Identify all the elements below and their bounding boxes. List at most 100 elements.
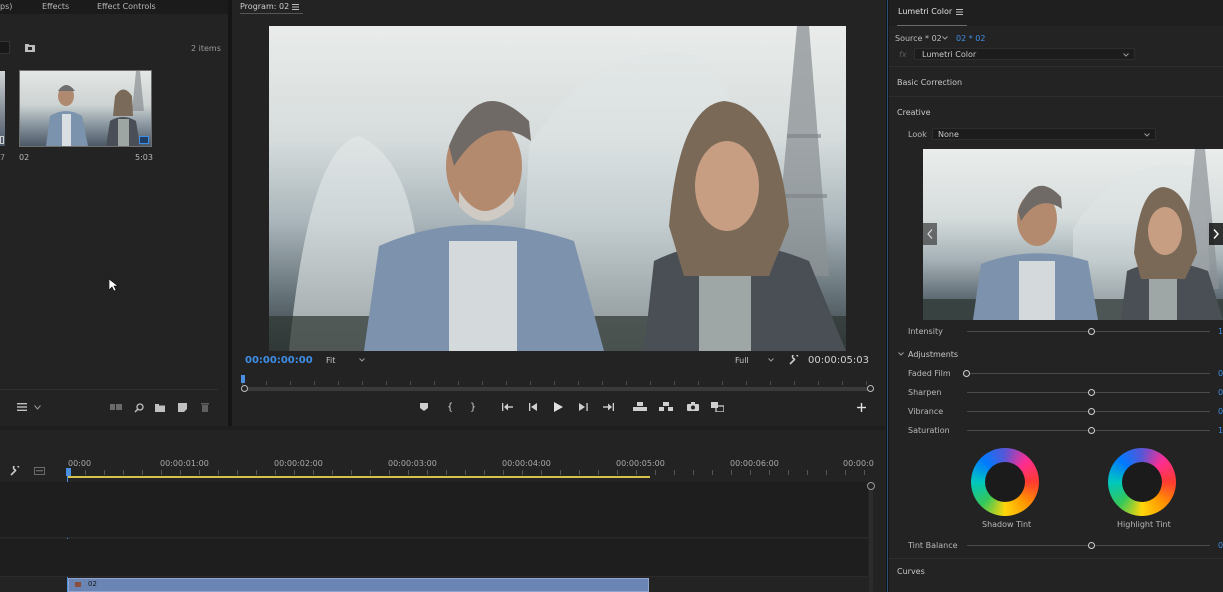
mouse-cursor-icon	[109, 279, 118, 292]
timeline-playhead[interactable]	[66, 468, 71, 476]
timeline-wrench-icon[interactable]	[9, 465, 20, 476]
step-forward-icon[interactable]	[578, 402, 589, 412]
step-back-icon[interactable]	[528, 402, 539, 412]
search-icon[interactable]	[133, 402, 144, 413]
new-item-icon[interactable]	[177, 402, 188, 412]
timeline-clip[interactable]: 02	[68, 578, 649, 592]
add-button-icon[interactable]	[856, 402, 867, 413]
tab-effects[interactable]: Effects	[42, 2, 69, 11]
source-label[interactable]: Source * 02	[895, 34, 942, 43]
sequence-label[interactable]: 02 * 02	[956, 34, 985, 43]
look-prev-button[interactable]	[923, 223, 937, 245]
timeline-scrollbar[interactable]	[869, 482, 873, 592]
go-to-in-icon[interactable]	[501, 402, 513, 412]
zoom-handle-right[interactable]	[867, 385, 874, 392]
ruler-label: 00:00:0	[843, 459, 874, 468]
saturation-value[interactable]: 1	[1218, 426, 1223, 435]
work-area-bar[interactable]	[68, 476, 650, 478]
go-to-out-icon[interactable]	[602, 402, 614, 412]
tab-underline	[240, 13, 303, 14]
effect-select[interactable]: Lumetri Color	[914, 48, 1135, 60]
zoom-handle-left[interactable]	[241, 385, 248, 392]
chevron-down-icon[interactable]	[33, 403, 42, 411]
quality-select[interactable]: Full	[730, 354, 776, 366]
shadow-tint-wheel[interactable]	[971, 448, 1039, 516]
monitor-playhead[interactable]	[241, 375, 245, 383]
trash-icon[interactable]	[199, 402, 210, 412]
project-panel: ps) Effects Effect Controls 2 items 7 02…	[0, 0, 228, 426]
look-next-button[interactable]	[1209, 223, 1223, 245]
faded-film-slider-knob[interactable]	[963, 370, 970, 377]
captions-icon[interactable]	[33, 466, 45, 475]
add-marker-icon[interactable]	[419, 402, 429, 412]
clip-thumbnail[interactable]	[19, 70, 152, 147]
adjustments-header[interactable]: Adjustments	[908, 350, 958, 359]
timeline-panel: 00:00 00:00:01:00 00:00:02:00 00:00:03:0…	[0, 430, 886, 592]
item-count: 2 items	[191, 44, 221, 53]
shadow-tint-wheel-center	[985, 462, 1025, 502]
clip-duration: 5:03	[135, 153, 153, 162]
timeline-scroll-handle[interactable]	[867, 482, 875, 490]
mark-out-icon[interactable]: }	[469, 401, 477, 413]
folder-icon[interactable]	[24, 43, 35, 52]
sharpen-slider-knob[interactable]	[1088, 389, 1095, 396]
play-icon[interactable]	[552, 401, 564, 413]
source-chevron-icon[interactable]	[942, 36, 948, 40]
clip-name: 02	[19, 153, 30, 162]
adjustments-chevron-icon[interactable]	[898, 352, 904, 356]
fx-label: fx	[899, 50, 907, 59]
monitor-zoom-bar[interactable]	[244, 387, 874, 391]
highlight-tint-wheel[interactable]	[1108, 448, 1176, 516]
look-select[interactable]: None	[932, 128, 1156, 140]
ruler-label: 00:00	[68, 459, 92, 468]
intensity-value[interactable]: 1	[1218, 327, 1223, 336]
video-track[interactable]	[0, 482, 868, 538]
tint-balance-value[interactable]: 0	[1218, 541, 1223, 550]
compare-view-icon[interactable]	[710, 401, 725, 412]
intensity-slider-knob[interactable]	[1088, 328, 1095, 335]
camera-icon[interactable]	[686, 401, 699, 412]
ruler-label: 00:00:01:00	[160, 459, 209, 468]
vibrance-label: Vibrance	[908, 407, 944, 416]
tint-balance-label: Tint Balance	[908, 541, 958, 550]
saturation-slider-knob[interactable]	[1088, 427, 1095, 434]
tab-partial[interactable]: ps)	[0, 2, 12, 11]
extract-icon[interactable]	[658, 401, 673, 412]
vibrance-slider-knob[interactable]	[1088, 408, 1095, 415]
highlight-tint-wheel-center	[1122, 462, 1162, 502]
project-bottom-divider	[0, 389, 218, 390]
section-divider	[889, 66, 1223, 67]
clip-badge-partial	[0, 136, 4, 144]
automate-to-sequence-icon[interactable]	[109, 402, 122, 412]
timeline-ruler[interactable]: 00:00 00:00:01:00 00:00:02:00 00:00:03:0…	[66, 457, 874, 477]
search-input[interactable]	[0, 41, 10, 54]
monitor-ruler[interactable]	[242, 375, 872, 385]
lumetri-title[interactable]: Lumetri Color	[898, 7, 952, 16]
video-track-2[interactable]	[0, 539, 868, 577]
panel-menu-icon[interactable]	[291, 3, 299, 10]
program-monitor-title[interactable]: Program: 02	[240, 2, 289, 11]
mark-in-icon[interactable]: {	[446, 401, 454, 413]
faded-film-value[interactable]: 0	[1218, 369, 1223, 378]
look-label: Look	[908, 130, 927, 139]
sharpen-value[interactable]: 0	[1218, 388, 1223, 397]
tab-effect-controls[interactable]: Effect Controls	[97, 2, 156, 11]
ruler-ticks	[66, 470, 866, 475]
clip-fx-icon	[75, 582, 81, 587]
creative-header[interactable]: Creative	[897, 108, 931, 117]
wrench-icon[interactable]	[788, 354, 799, 365]
lumetri-menu-icon[interactable]	[955, 8, 963, 15]
current-timecode[interactable]: 00:00:00:00	[245, 355, 313, 366]
faded-film-slider-track[interactable]	[967, 373, 1210, 374]
new-bin-icon[interactable]	[154, 403, 166, 412]
faded-film-label: Faded Film	[908, 369, 951, 378]
lift-icon[interactable]	[632, 401, 647, 412]
vibrance-value[interactable]: 0	[1218, 407, 1223, 416]
clip-thumbnail-partial[interactable]	[0, 71, 5, 146]
curves-header[interactable]: Curves	[897, 567, 925, 576]
list-view-icon[interactable]	[16, 402, 28, 412]
basic-correction-header[interactable]: Basic Correction	[897, 78, 962, 87]
intensity-label: Intensity	[908, 327, 943, 336]
tint-balance-slider-knob[interactable]	[1088, 542, 1095, 549]
zoom-select[interactable]: Fit	[321, 354, 367, 366]
